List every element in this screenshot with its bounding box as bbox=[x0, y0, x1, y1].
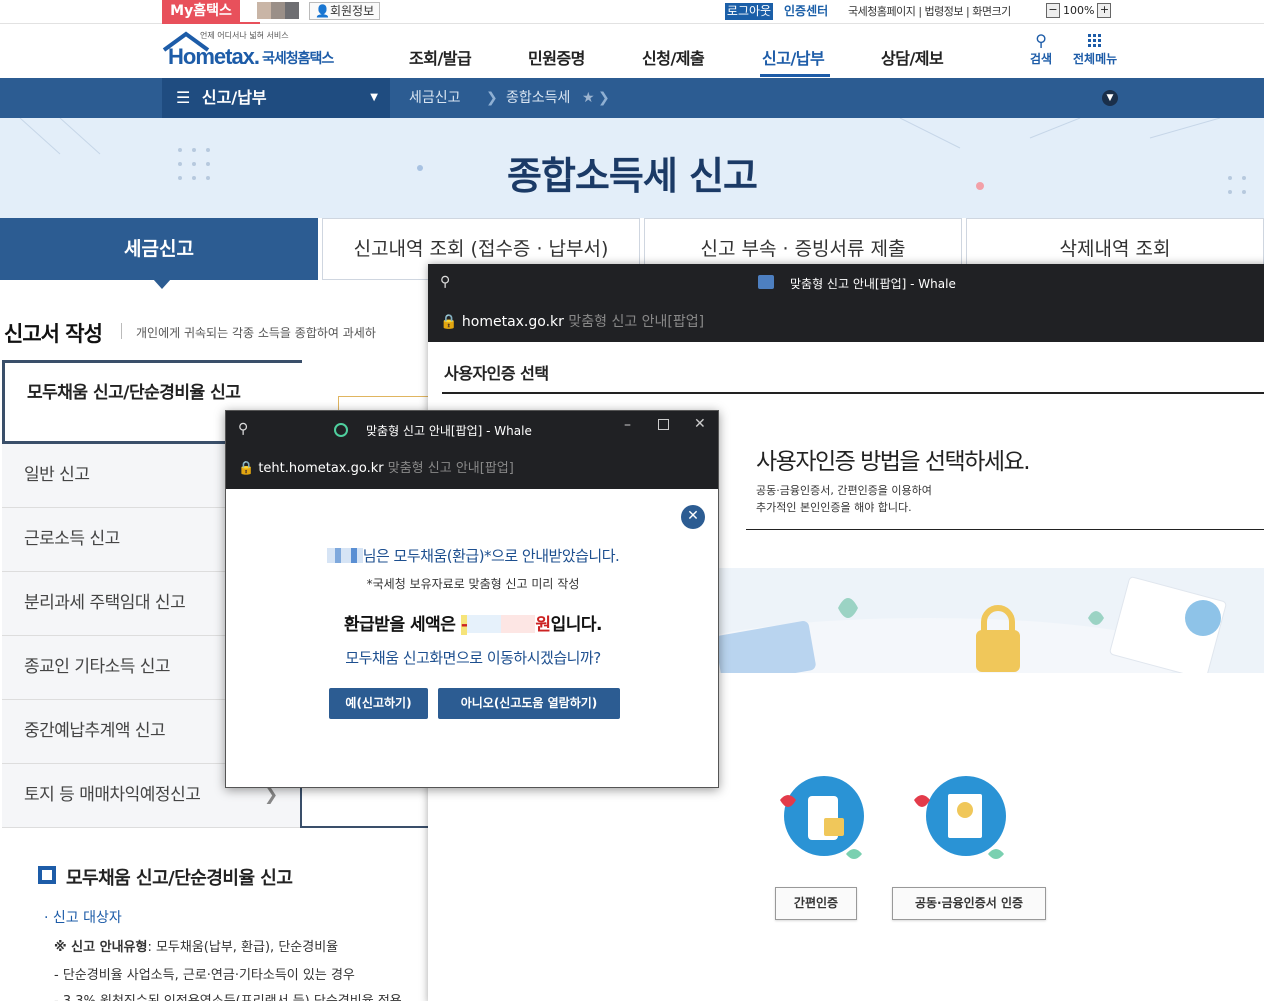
lock-icon: 🔒 bbox=[440, 314, 458, 330]
redacted-name bbox=[326, 548, 363, 563]
certificate-auth-button[interactable]: 공동·금융인증서 인증 bbox=[892, 887, 1046, 920]
lock-icon: 🔒 bbox=[238, 461, 255, 476]
menu-certificates[interactable]: 민원증명 bbox=[528, 45, 585, 69]
breadcrumb-separator-icon: ❯ bbox=[598, 90, 610, 106]
menu-inquiry[interactable]: 조회/발급 bbox=[409, 45, 472, 69]
simple-auth-phone-icon bbox=[774, 774, 864, 859]
condition-line-1: - 단순경비율 사업소득, 근로·연금·기타소득이 있는 경우 bbox=[54, 968, 355, 983]
url-host: hometax.go.kr bbox=[461, 314, 564, 330]
filing-type-label: ※ 신고 안내유형 bbox=[54, 940, 148, 955]
menu-apply[interactable]: 신청/제출 bbox=[642, 45, 705, 69]
profile-mosaic bbox=[257, 2, 271, 19]
guidance-text: 님은 모두채움(환급)*으로 안내받았습니다. bbox=[362, 547, 620, 565]
auth-desc-line-1: 공동·금융인증서, 간편인증을 이용하여 bbox=[756, 484, 932, 497]
search-button[interactable]: ⚲ 검색 bbox=[1030, 32, 1052, 67]
breadcrumb-tax-filing[interactable]: 세금신고 bbox=[409, 78, 461, 118]
url-page-title: 맞춤형 신고 안내[팝업] bbox=[387, 461, 514, 476]
address-bar[interactable]: 🔒 hometax.go.kr 맞춤형 신고 안내[팝업] bbox=[428, 302, 1264, 342]
menu-consult[interactable]: 상담/제보 bbox=[881, 45, 944, 69]
url-host: teht.hometax.go.kr bbox=[258, 461, 384, 476]
my-hometax-button[interactable]: My홈택스 bbox=[162, 0, 240, 23]
cert-center-link[interactable]: 인증센터 bbox=[784, 3, 828, 20]
address-bar[interactable]: 🔒 teht.hometax.go.kr 맞춤형 신고 안내[팝업] bbox=[226, 449, 718, 489]
auth-instruction-desc: 공동·금융인증서, 간편인증을 이용하여 추가적인 본인인증을 해야 합니다. bbox=[756, 482, 932, 516]
active-menu-indicator bbox=[760, 74, 830, 77]
filing-type-line: ※ 신고 안내유형: 모두채움(납부, 환급), 단순경비율 bbox=[54, 936, 338, 955]
person-icon: 👤 bbox=[315, 4, 330, 18]
condition-line-2: - 3.3% 원천징수된 인적용역소득(프리랜서 등) 단순경비율 적용 bbox=[54, 990, 402, 1001]
zoom-in-button[interactable]: + bbox=[1097, 3, 1112, 18]
nav-category-select[interactable]: ☰ 신고/납부 ▼ bbox=[162, 78, 390, 118]
menu-filing-payment[interactable]: 신고/납부 bbox=[762, 45, 825, 69]
top-links[interactable]: 국세청홈페이지 | 법령정보 | 화면크기 bbox=[848, 3, 1011, 20]
refund-unit: 원 bbox=[535, 615, 551, 635]
url-page-title: 맞춤형 신고 안내[팝업] bbox=[568, 314, 705, 330]
zoom-level: 100% bbox=[1063, 4, 1095, 17]
target-label: · 신고 대상자 bbox=[44, 910, 122, 926]
minimize-icon[interactable]: – bbox=[624, 417, 631, 433]
dropdown-arrow-icon: ▼ bbox=[370, 92, 378, 103]
hamburger-icon: ☰ bbox=[176, 88, 191, 107]
loading-ring-icon bbox=[334, 423, 348, 437]
all-menu-label: 전체메뉴 bbox=[1073, 52, 1118, 66]
logo-korean: 국세청홈택스 bbox=[262, 51, 334, 67]
pin-icon[interactable]: ⚲ bbox=[238, 421, 248, 437]
section-title: 모두채움 신고/단순경비율 신고 bbox=[66, 868, 293, 889]
simple-auth-button[interactable]: 간편인증 bbox=[775, 887, 857, 920]
certificate-icon bbox=[912, 774, 1012, 874]
expand-chevron-icon[interactable]: ▼ bbox=[1102, 90, 1118, 106]
star-icon[interactable]: ★ bbox=[582, 78, 595, 118]
guidance-footnote: *국세청 보유자료로 맞춤형 신고 미리 작성 bbox=[366, 577, 580, 591]
search-label: 검색 bbox=[1030, 52, 1053, 66]
auth-section-heading: 사용자인증 선택 bbox=[444, 364, 549, 383]
zoom-out-button[interactable]: − bbox=[1046, 3, 1060, 18]
window-titlebar[interactable]: ⚲ 맞춤형 신고 안내[팝업] - Whale – ✕ bbox=[226, 411, 718, 449]
refund-amount-line: 환급받을 세액은 - 원입니다. bbox=[226, 610, 720, 635]
divider bbox=[121, 323, 122, 339]
yes-file-button[interactable]: 예(신고하기) bbox=[329, 688, 428, 719]
breadcrumb-separator-icon: ❯ bbox=[486, 90, 498, 106]
search-icon: ⚲ bbox=[1035, 31, 1047, 50]
zoom-control: − 100% + bbox=[1046, 3, 1112, 20]
page-title: 종합소득세 신고 bbox=[507, 154, 758, 198]
popup-close-button[interactable]: ✕ bbox=[681, 505, 705, 529]
all-menu-button[interactable]: 전체메뉴 bbox=[1073, 32, 1117, 67]
window-titlebar[interactable]: ⚲ 맞춤형 신고 안내[팝업] - Whale bbox=[428, 264, 1264, 302]
logo-wordmark: Hometax. bbox=[168, 44, 260, 69]
window-title: 맞춤형 신고 안내[팝업] - Whale bbox=[366, 424, 532, 438]
refund-prefix: 환급받을 세액은 bbox=[344, 615, 461, 635]
left-menu-label: 토지 등 매매차익예정신고 bbox=[24, 785, 201, 805]
confirm-question: 모두채움 신고화면으로 이동하시겠습니까? bbox=[345, 649, 601, 667]
prefilled-confirm-popup: ⚲ 맞춤형 신고 안내[팝업] - Whale – ✕ 🔒 teht.homet… bbox=[225, 410, 719, 788]
hometax-logo[interactable]: 언제 어디서나 넓혀 서비스 Hometax. 국세청홈택스 bbox=[160, 30, 350, 70]
member-info-label: 회원정보 bbox=[329, 4, 375, 18]
form-description: 개인에게 귀속되는 각종 소득을 종합하여 과세하 bbox=[136, 326, 376, 340]
close-icon[interactable]: ✕ bbox=[694, 416, 706, 432]
auth-desc-line-2: 추가적인 본인인증을 해야 합니다. bbox=[756, 501, 912, 514]
filing-type-value: : 모두채움(납부, 환급), 단순경비율 bbox=[147, 940, 339, 955]
heading-underline bbox=[442, 392, 1264, 394]
form-title: 신고서 작성 bbox=[4, 322, 103, 346]
auth-instruction-title: 사용자인증 방법을 선택하세요. bbox=[756, 449, 1031, 475]
window-title: 맞춤형 신고 안내[팝업] - Whale bbox=[790, 277, 956, 291]
refund-suffix: 입니다. bbox=[550, 615, 603, 635]
no-view-help-button[interactable]: 아니오(신고도움 열람하기) bbox=[438, 688, 620, 719]
logo-tagline: 언제 어디서나 넓혀 서비스 bbox=[200, 31, 289, 40]
tab-tax-filing[interactable]: 세금신고 bbox=[0, 218, 318, 289]
profile-mosaic bbox=[271, 2, 285, 19]
hometax-favicon-icon bbox=[758, 275, 774, 289]
section-square-icon bbox=[38, 866, 56, 884]
divider bbox=[746, 529, 1264, 530]
pin-icon[interactable]: ⚲ bbox=[440, 274, 450, 290]
member-info-button[interactable]: 👤회원정보 bbox=[309, 2, 381, 20]
nav-category-label: 신고/납부 bbox=[201, 88, 267, 107]
profile-mosaic bbox=[285, 2, 299, 19]
logout-button[interactable]: 로그아웃 bbox=[725, 3, 773, 20]
maximize-icon[interactable] bbox=[658, 419, 669, 430]
breadcrumb-income-tax[interactable]: 종합소득세 bbox=[506, 78, 570, 118]
left-menu-label: 모두채움 신고/단순경비율 신고 bbox=[27, 383, 241, 403]
grid-icon bbox=[1088, 34, 1102, 47]
guidance-message: 님은 모두채움(환급)*으로 안내받았습니다. bbox=[226, 545, 720, 566]
redacted-amount bbox=[467, 615, 536, 633]
